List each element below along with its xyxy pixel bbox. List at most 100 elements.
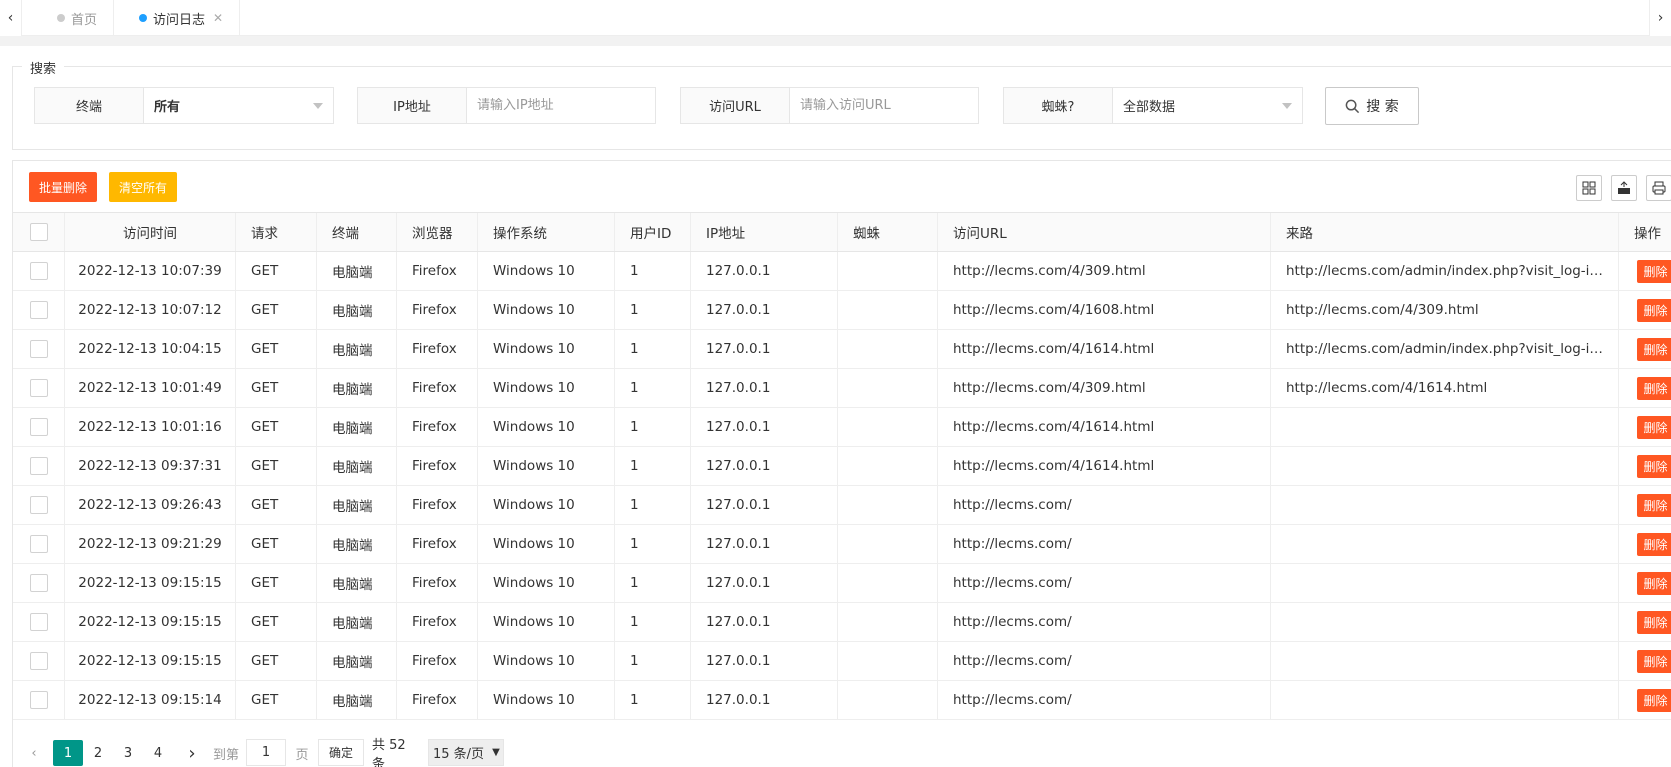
delete-row-button[interactable]: 删除 (1637, 454, 1671, 478)
header-cell[interactable]: 浏览器 (397, 213, 478, 251)
spider-select[interactable]: 蜘蛛? 全部数据 (1003, 87, 1303, 124)
header-cell[interactable]: 终端 (317, 213, 397, 251)
cell-ip: 127.0.0.1 (691, 525, 838, 563)
cell-browser: Firefox (397, 681, 478, 719)
table-row[interactable]: 2022-12-13 09:15:15 GET 电脑端 Firefox Windows … (13, 603, 1671, 642)
tab-scroll-left-icon[interactable]: ‹ (0, 0, 22, 36)
url-input[interactable] (800, 98, 978, 113)
tab-visit-log[interactable]: 访问日志 ✕ (123, 0, 241, 36)
cell-url: http://lecms.com/4/1608.html (938, 291, 1271, 329)
cell-method: GET (236, 330, 317, 368)
cell-actions: 删除 (1619, 525, 1671, 563)
delete-row-button[interactable]: 删除 (1637, 493, 1671, 517)
clear-all-button[interactable]: 清空所有 (109, 172, 178, 202)
cell-browser: Firefox (397, 408, 478, 446)
header-cell[interactable]: 蜘蛛 (838, 213, 938, 251)
goto-page-input[interactable]: 1 (246, 739, 286, 766)
row-checkbox[interactable] (29, 379, 48, 397)
cell-actions: 删除 (1619, 603, 1671, 641)
table-row[interactable]: 2022-12-13 10:01:16 GET 电脑端 Firefox Windows … (13, 408, 1671, 447)
terminal-select[interactable]: 终端 所有 (34, 87, 334, 124)
export-icon[interactable] (1611, 175, 1637, 201)
table-row[interactable]: 2022-12-13 09:21:29 GET 电脑端 Firefox Windows … (13, 525, 1671, 564)
goto-confirm-button[interactable]: 确定 (318, 739, 364, 766)
row-checkbox[interactable] (29, 457, 48, 475)
search-button[interactable]: 搜 索 (1325, 87, 1419, 125)
page-button[interactable]: 4 (143, 740, 173, 766)
page-size-select[interactable]: 15 条/页 ▼ (428, 739, 504, 766)
cell-uid: 1 (615, 642, 691, 680)
ip-input[interactable] (477, 98, 655, 113)
header-cell[interactable]: IP地址 (691, 213, 838, 251)
delete-row-button[interactable]: 删除 (1637, 649, 1671, 673)
cell-uid: 1 (615, 447, 691, 485)
row-checkbox[interactable] (29, 691, 48, 709)
cell-spider (838, 369, 938, 407)
delete-row-button[interactable]: 删除 (1637, 610, 1671, 634)
cell-browser: Firefox (397, 369, 478, 407)
row-checkbox[interactable] (29, 613, 48, 631)
cell-time: 2022-12-13 10:04:15 (65, 330, 236, 368)
table-row[interactable]: 2022-12-13 09:15:14 GET 电脑端 Firefox Windows … (13, 681, 1671, 720)
cell-os: Windows 10 (478, 642, 615, 680)
delete-row-button[interactable]: 删除 (1637, 415, 1671, 439)
row-checkbox[interactable] (29, 535, 48, 553)
header-cell[interactable]: 用户ID (615, 213, 691, 251)
print-icon[interactable] (1646, 175, 1671, 201)
delete-row-button[interactable]: 删除 (1637, 337, 1671, 361)
spider-select-value[interactable]: 全部数据 (1113, 88, 1302, 123)
select-all-checkbox[interactable] (29, 223, 48, 241)
prev-page-icon[interactable]: ‹ (22, 740, 46, 766)
row-checkbox[interactable] (29, 574, 48, 592)
delete-row-button[interactable]: 删除 (1637, 259, 1671, 283)
batch-delete-button[interactable]: 批量删除 (29, 172, 98, 202)
delete-row-button[interactable]: 删除 (1637, 298, 1671, 322)
columns-filter-icon[interactable] (1576, 175, 1602, 201)
cell-actions: 删除 (1619, 564, 1671, 602)
header-cell[interactable]: 操作系统 (478, 213, 615, 251)
table-row[interactable]: 2022-12-13 10:01:49 GET 电脑端 Firefox Windows … (13, 369, 1671, 408)
row-checkbox[interactable] (29, 340, 48, 358)
cell-url: http://lecms.com/ (938, 564, 1271, 602)
cell-terminal: 电脑端 (317, 486, 397, 524)
row-checkbox[interactable] (29, 262, 48, 280)
cell-spider (838, 681, 938, 719)
table-row[interactable]: 2022-12-13 10:07:39 GET 电脑端 Firefox Windows … (13, 252, 1671, 291)
table-row[interactable]: 2022-12-13 09:15:15 GET 电脑端 Firefox Windows … (13, 564, 1671, 603)
delete-row-button[interactable]: 删除 (1637, 688, 1671, 712)
row-checkbox-cell (13, 369, 65, 407)
header-cell[interactable]: 请求 (236, 213, 317, 251)
cell-terminal: 电脑端 (317, 681, 397, 719)
header-cell[interactable]: 操作 (1619, 213, 1671, 251)
delete-row-button[interactable]: 删除 (1637, 571, 1671, 595)
delete-row-button[interactable]: 删除 (1637, 532, 1671, 556)
close-icon[interactable]: ✕ (213, 11, 223, 25)
terminal-select-value[interactable]: 所有 (144, 88, 333, 123)
page-button[interactable]: 1 (53, 740, 83, 766)
table-row[interactable]: 2022-12-13 09:26:43 GET 电脑端 Firefox Windows … (13, 486, 1671, 525)
cell-browser: Firefox (397, 330, 478, 368)
row-checkbox[interactable] (29, 496, 48, 514)
cell-url: http://lecms.com/ (938, 603, 1271, 641)
table-row[interactable]: 2022-12-13 09:15:15 GET 电脑端 Firefox Windows … (13, 642, 1671, 681)
chevron-down-icon (313, 103, 323, 109)
header-cell[interactable]: 来路 (1271, 213, 1619, 251)
field-label: IP地址 (358, 88, 467, 123)
header-cell[interactable]: 访问URL (938, 213, 1271, 251)
row-checkbox[interactable] (29, 418, 48, 436)
tab-scroll-right-icon[interactable]: › (1649, 0, 1671, 36)
next-page-icon[interactable]: › (180, 740, 204, 766)
page-button[interactable]: 2 (83, 740, 113, 766)
table-row[interactable]: 2022-12-13 10:07:12 GET 电脑端 Firefox Windows … (13, 291, 1671, 330)
row-checkbox[interactable] (29, 301, 48, 319)
table-row[interactable]: 2022-12-13 09:37:31 GET 电脑端 Firefox Windows … (13, 447, 1671, 486)
cell-time: 2022-12-13 10:01:49 (65, 369, 236, 407)
table-row[interactable]: 2022-12-13 10:04:15 GET 电脑端 Firefox Windows … (13, 330, 1671, 369)
delete-row-button[interactable]: 删除 (1637, 376, 1671, 400)
cell-os: Windows 10 (478, 252, 615, 290)
tab-home[interactable]: 首页 (41, 0, 115, 36)
header-cell[interactable]: 访问时间 (65, 213, 236, 251)
page-button[interactable]: 3 (113, 740, 143, 766)
cell-time: 2022-12-13 09:15:15 (65, 603, 236, 641)
row-checkbox[interactable] (29, 652, 48, 670)
